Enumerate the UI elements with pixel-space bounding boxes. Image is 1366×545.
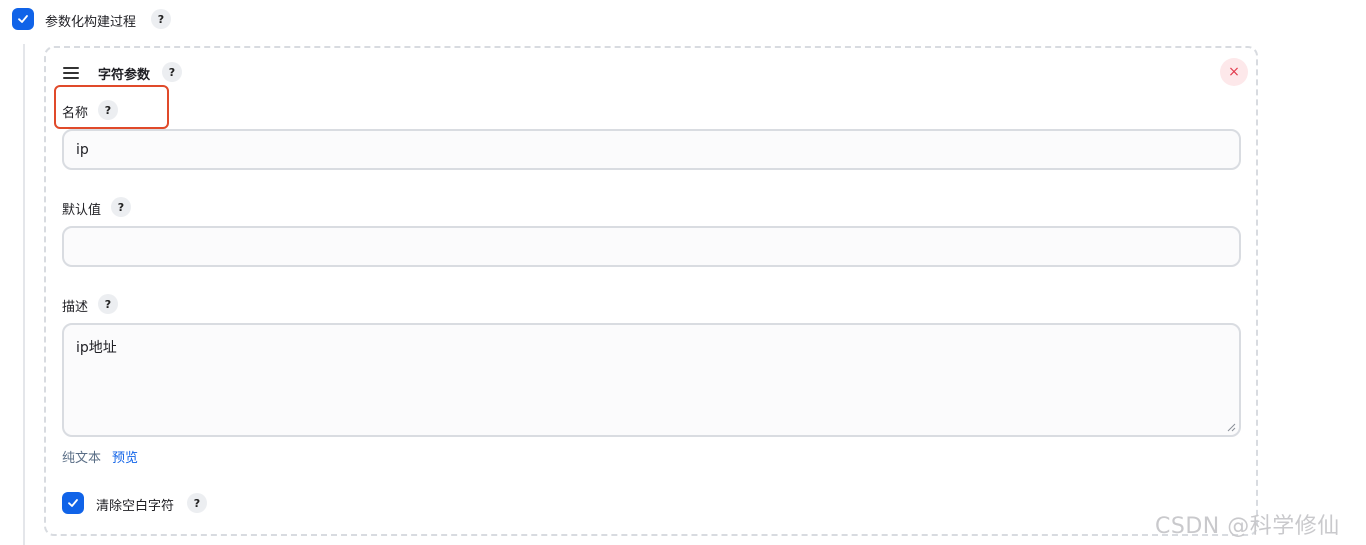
default-value-label: 默认值 bbox=[62, 203, 102, 218]
close-icon: × bbox=[1228, 64, 1240, 80]
description-textarea-value: ip地址 bbox=[76, 340, 117, 356]
default-value-input[interactable] bbox=[62, 226, 1241, 267]
help-icon[interactable]: ? bbox=[111, 197, 131, 217]
plain-text-link[interactable]: 纯文本 bbox=[62, 447, 101, 466]
help-icon[interactable]: ? bbox=[162, 62, 182, 82]
trim-whitespace-checkbox[interactable] bbox=[62, 492, 84, 514]
help-icon[interactable]: ? bbox=[151, 9, 171, 29]
watermark: CSDN @科学修仙 bbox=[1155, 514, 1340, 539]
description-textarea[interactable]: ip地址 bbox=[62, 323, 1241, 437]
preview-link[interactable]: 预览 bbox=[112, 447, 138, 466]
section-guide-line bbox=[23, 44, 25, 545]
name-input-value: ip bbox=[76, 141, 89, 158]
string-parameter-card bbox=[44, 46, 1258, 536]
check-icon bbox=[68, 499, 78, 507]
parameterized-build-checkbox[interactable] bbox=[12, 8, 34, 30]
help-icon[interactable]: ? bbox=[187, 493, 207, 513]
check-icon bbox=[18, 15, 28, 23]
delete-parameter-button[interactable]: × bbox=[1220, 58, 1248, 86]
trim-whitespace-label: 清除空白字符 bbox=[96, 499, 175, 514]
parameter-type-title: 字符参数 bbox=[98, 68, 151, 83]
resize-handle-icon[interactable] bbox=[1226, 422, 1236, 432]
help-icon[interactable]: ? bbox=[98, 294, 118, 314]
description-label: 描述 bbox=[62, 300, 89, 315]
drag-handle-icon[interactable] bbox=[63, 67, 79, 79]
name-input[interactable]: ip bbox=[62, 129, 1241, 170]
annotation-highlight-box bbox=[54, 85, 169, 129]
parameterized-build-label: 参数化构建过程 bbox=[45, 15, 137, 30]
